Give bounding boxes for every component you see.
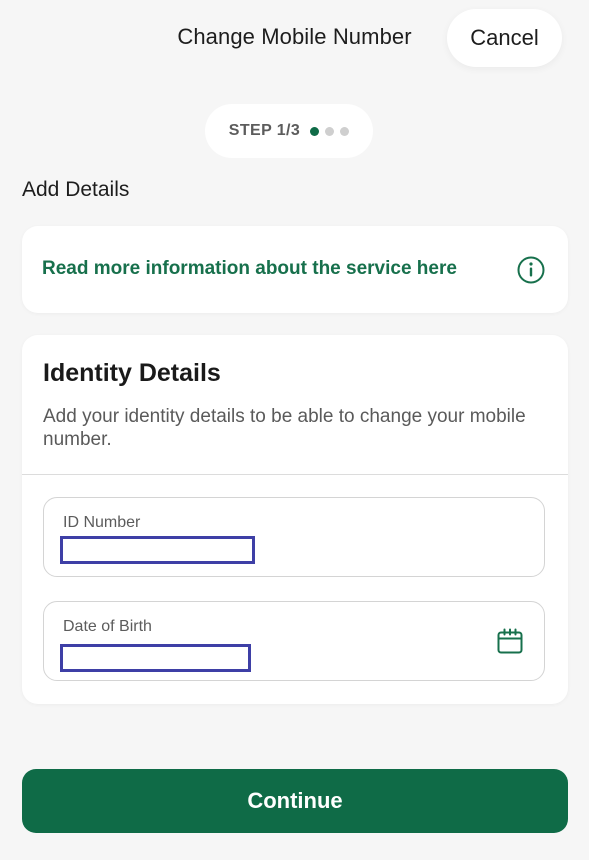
id-number-redaction (60, 536, 255, 564)
step-indicator: STEP 1/3 (205, 104, 373, 158)
identity-details-card: Identity Details Add your identity detai… (22, 335, 568, 704)
service-info-link-text: Read more information about the service … (42, 258, 457, 279)
date-of-birth-label: Date of Birth (63, 618, 152, 635)
step-label: STEP 1/3 (228, 122, 301, 139)
section-heading: Add Details (22, 178, 130, 201)
step-dots (310, 126, 350, 136)
info-circle-icon (517, 256, 545, 284)
id-number-label: ID Number (63, 514, 141, 531)
date-of-birth-field[interactable]: Date of Birth (43, 601, 545, 681)
identity-description: Add your identity details to be able to … (43, 406, 526, 450)
step-dot-1 (310, 126, 320, 136)
id-number-field[interactable]: ID Number (43, 497, 545, 577)
continue-button[interactable]: Continue (22, 769, 568, 833)
service-info-link[interactable]: Read more information about the service … (22, 226, 568, 313)
divider (22, 474, 568, 475)
cancel-button[interactable]: Cancel (447, 9, 562, 67)
identity-title: Identity Details (43, 359, 221, 387)
date-of-birth-redaction (60, 644, 251, 672)
top-bar: Change Mobile Number Cancel (0, 0, 589, 80)
step-dot-3 (340, 126, 350, 136)
calendar-icon[interactable] (496, 628, 524, 656)
step-dot-2 (325, 126, 335, 136)
